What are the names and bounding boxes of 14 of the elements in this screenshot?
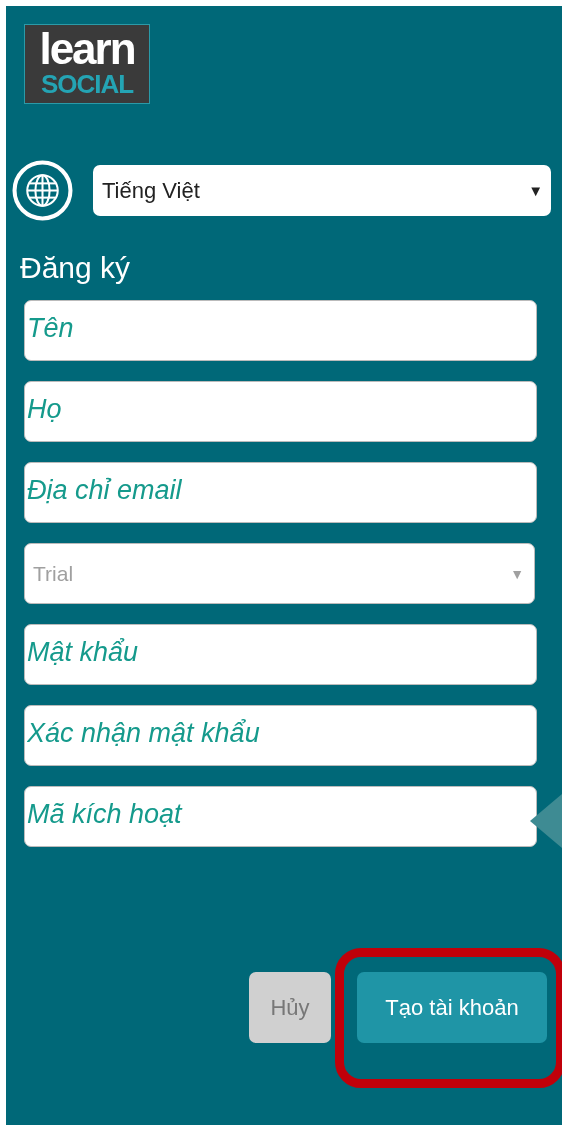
input-field[interactable]: Địa chỉ email [24,462,537,523]
form-title: Đăng ký [20,251,132,285]
create-account-button[interactable]: Tạo tài khoản [357,972,547,1043]
plan-select[interactable]: Trial ▼ [24,543,535,604]
logo-word: learn [39,27,135,71]
logo-word: SOCIAL [40,71,134,97]
input-field[interactable]: Tên [24,300,537,361]
language-select[interactable]: Tiếng Việt ▼ [93,165,551,216]
input-field[interactable]: Xác nhận mật khẩu [24,705,537,766]
globe-icon[interactable] [12,160,73,221]
input-field[interactable]: Mật khẩu [24,624,537,685]
input-field[interactable]: Mã kích hoạt [24,786,537,847]
input-field[interactable]: Họ [24,381,537,442]
cancel-button[interactable]: Hủy [249,972,331,1043]
